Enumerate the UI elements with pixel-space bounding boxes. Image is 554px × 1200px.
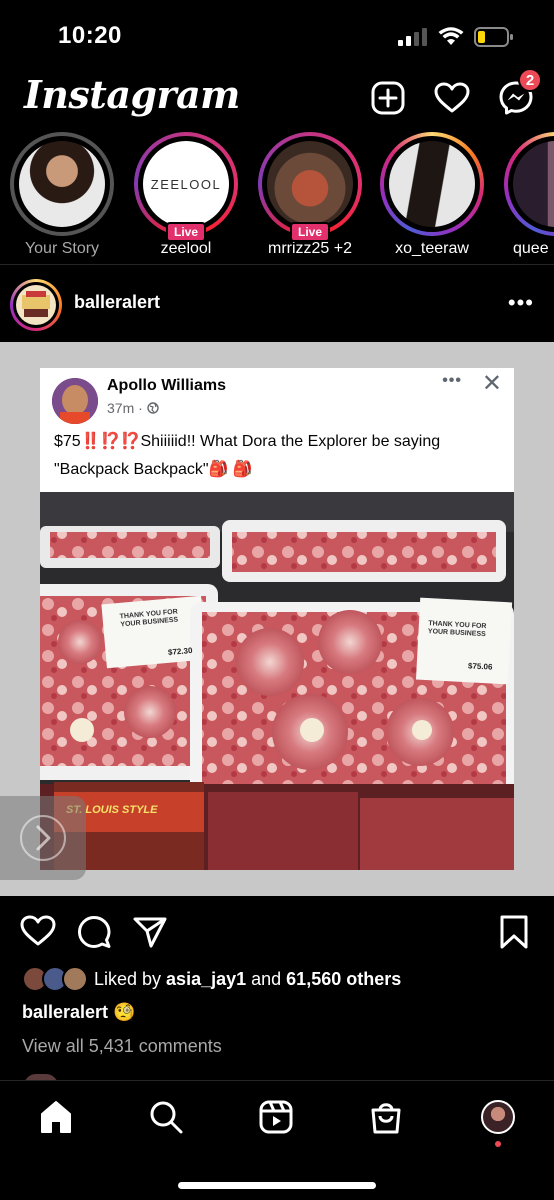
- caption-text: 🧐: [113, 1002, 136, 1022]
- caption-username[interactable]: balleralert: [22, 1002, 108, 1022]
- view-all-comments-link[interactable]: View all 5,431 comments: [22, 1036, 222, 1057]
- tab-profile[interactable]: [478, 1097, 518, 1147]
- heart-icon: [434, 82, 470, 113]
- liked-by-prefix: Liked by: [94, 968, 167, 989]
- live-tag: Live: [165, 222, 207, 242]
- fb-post-time: 37m ·: [107, 400, 159, 416]
- story-avatar: [513, 141, 554, 227]
- cellular-signal-icon: [398, 28, 427, 46]
- like-button[interactable]: [20, 914, 56, 950]
- paper-plane-icon: [133, 917, 167, 948]
- post-header: balleralert •••: [0, 276, 554, 332]
- search-icon: [150, 1101, 183, 1134]
- story-your-story[interactable]: Your Story: [7, 132, 117, 258]
- tab-shop[interactable]: [366, 1097, 406, 1137]
- stories-divider: [0, 264, 554, 265]
- meat-packages-photo: THANK YOU FOR YOUR BUSINESS $72.30 THANK…: [40, 492, 514, 870]
- liker-avatars: [22, 966, 88, 992]
- fb-more-icon: •••: [442, 372, 462, 389]
- zeelool-brand-text: ZEELOOL: [150, 176, 222, 192]
- instagram-logo: Instagram: [24, 72, 240, 117]
- new-post-button[interactable]: [370, 80, 406, 116]
- post-actions: [0, 906, 554, 956]
- post-username[interactable]: balleralert: [74, 292, 160, 313]
- likes-row[interactable]: Liked by asia_jay1 and 61,560 others: [22, 964, 401, 994]
- fb-post-text: $75‼️⁉️⁉️Shiiiiid!! What Dora the Explor…: [54, 428, 504, 484]
- story-label: zeelool: [160, 240, 212, 257]
- tab-home[interactable]: [36, 1097, 76, 1137]
- story-avatar: [389, 141, 475, 227]
- header-actions: 2: [370, 68, 542, 116]
- story-avatar: [19, 141, 105, 227]
- story-zeelool[interactable]: ZEELOOL Live zeelool: [131, 132, 241, 258]
- shopping-bag-icon: [371, 1103, 401, 1134]
- tab-search[interactable]: [146, 1097, 186, 1137]
- app-header: Instagram 2: [0, 68, 554, 132]
- activity-button[interactable]: [434, 80, 470, 116]
- story-avatar: [267, 141, 353, 227]
- battery-icon: [474, 27, 513, 47]
- live-tag: Live: [289, 222, 331, 242]
- story-label: xo_teeraw: [395, 240, 469, 257]
- post-image[interactable]: Apollo Williams 37m · ••• ✕ $75‼️⁉️⁉️Shi…: [0, 342, 554, 896]
- story-label: quee: [513, 240, 549, 257]
- likes-text: Liked by asia_jay1 and 61,560 others: [94, 969, 401, 990]
- liker-avatar: [62, 966, 88, 992]
- home-icon: [41, 1101, 71, 1133]
- story-quee[interactable]: quee: [501, 132, 554, 258]
- carousel-next-button[interactable]: [0, 796, 86, 880]
- story-mrrizz25[interactable]: Live mrrizz25 +2: [255, 132, 365, 258]
- fb-text-line-2: "Backpack Backpack"🎒 🎒: [54, 461, 253, 478]
- bookmark-icon: [500, 915, 528, 949]
- reels-icon: [259, 1100, 293, 1134]
- story-xo-teeraw[interactable]: xo_teeraw: [377, 132, 487, 258]
- fb-close-icon: ✕: [481, 370, 502, 397]
- home-indicator[interactable]: [178, 1182, 376, 1189]
- tab-reels[interactable]: [256, 1097, 296, 1137]
- wifi-icon: [438, 27, 464, 45]
- chevron-right-icon: [20, 815, 66, 861]
- liked-by-user[interactable]: asia_jay1: [166, 969, 246, 989]
- save-button[interactable]: [496, 914, 532, 950]
- stories-tray[interactable]: Your Story ZEELOOL Live zeelool Live mrr…: [0, 132, 554, 262]
- more-options-button[interactable]: •••: [508, 290, 534, 316]
- profile-notification-dot: [495, 1141, 501, 1147]
- facebook-post-screenshot: Apollo Williams 37m · ••• ✕ $75‼️⁉️⁉️Shi…: [40, 368, 514, 492]
- story-avatar: ZEELOOL: [143, 141, 229, 227]
- fb-author-avatar: [52, 378, 98, 424]
- story-label: Your Story: [24, 240, 100, 257]
- balleralert-logo: [16, 285, 56, 325]
- comment-icon: [78, 916, 111, 948]
- messenger-button[interactable]: 2: [498, 68, 542, 116]
- status-time: 10:20: [58, 22, 122, 49]
- status-bar: 10:20: [0, 0, 554, 70]
- fb-text-line-1: $75‼️⁉️⁉️Shiiiiid!! What Dora the Explor…: [54, 433, 441, 450]
- heart-icon: [20, 915, 56, 946]
- fb-time-text: 37m ·: [107, 400, 147, 416]
- story-label: mrrizz25 +2: [267, 240, 353, 257]
- post-author-avatar[interactable]: [10, 279, 62, 331]
- share-button[interactable]: [132, 914, 168, 950]
- messages-badge: 2: [518, 68, 542, 92]
- comment-button[interactable]: [76, 914, 112, 950]
- label-price-right: $75.06: [467, 661, 493, 672]
- globe-icon: [146, 402, 159, 414]
- post-caption: balleralert 🧐: [22, 1002, 135, 1023]
- liked-by-count[interactable]: 61,560 others: [286, 969, 401, 989]
- fb-author-name: Apollo Williams: [107, 377, 226, 394]
- profile-avatar: [481, 1100, 515, 1134]
- status-icons: [398, 26, 514, 48]
- plus-square-icon: [371, 81, 405, 115]
- liked-by-mid: and: [246, 968, 287, 989]
